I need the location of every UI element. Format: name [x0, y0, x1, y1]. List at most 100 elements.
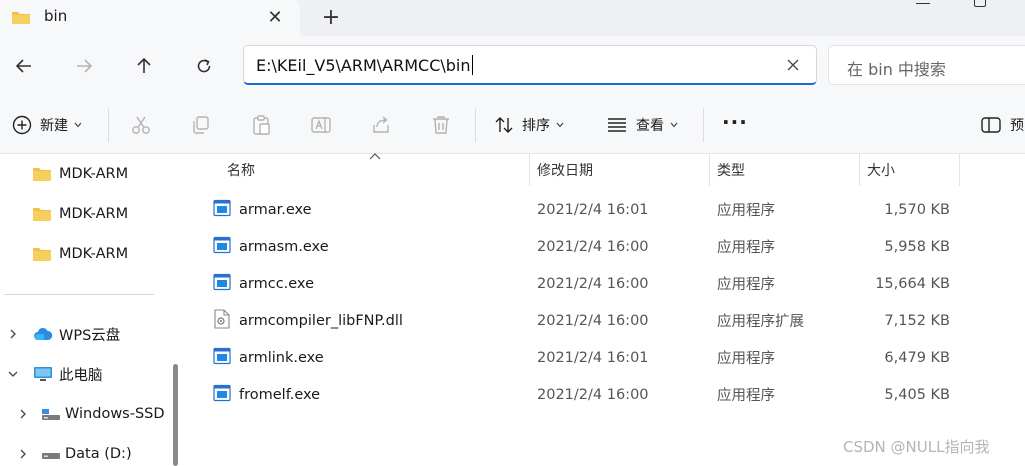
rename-button[interactable]	[310, 96, 332, 154]
column-divider[interactable]	[529, 154, 530, 186]
sort-label: 排序	[522, 118, 550, 134]
column-divider[interactable]	[709, 154, 710, 186]
refresh-button[interactable]	[190, 54, 218, 78]
clear-address-icon[interactable]	[782, 54, 804, 76]
sidebar-item-this-pc[interactable]: 此电脑	[0, 356, 172, 392]
view-button[interactable]: 查看	[606, 96, 678, 154]
file-name: armar.exe	[239, 201, 312, 218]
copy-button[interactable]	[190, 96, 212, 154]
chevron-right-icon	[20, 449, 26, 459]
forward-button[interactable]	[70, 54, 98, 78]
file-name-cell[interactable]: armlink.exe	[213, 339, 324, 376]
close-tab-icon[interactable]: ✕	[262, 5, 288, 29]
file-size: 5,405 KB	[884, 386, 950, 403]
paste-button[interactable]	[250, 96, 272, 154]
sidebar-item-mdk-arm[interactable]: MDK-ARM	[0, 156, 172, 192]
command-bar: 新建 排序 查看 ··· 预	[0, 96, 1025, 154]
exe-icon	[213, 199, 231, 221]
toolbar-divider	[703, 108, 704, 142]
table-row[interactable]: fromelf.exe 2021/2/4 16:00 应用程序 5,405 KB	[186, 376, 1025, 413]
address-input[interactable]: E:\KEil_V5\ARM\ARMCC\bin	[256, 55, 473, 75]
file-modified: 2021/2/4 16:01	[537, 201, 649, 218]
share-button[interactable]	[370, 96, 392, 154]
column-header-type[interactable]: 类型	[717, 154, 745, 186]
file-name-cell[interactable]: armar.exe	[213, 191, 312, 228]
file-name-cell[interactable]: armcc.exe	[213, 265, 314, 302]
plus-circle-icon	[12, 115, 32, 135]
copy-icon	[193, 116, 209, 134]
arrow-up-icon	[137, 57, 151, 73]
sidebar-item-mdk-arm[interactable]: MDK-ARM	[0, 236, 172, 272]
preview-button[interactable]: 预	[980, 96, 1024, 154]
file-modified: 2021/2/4 16:01	[537, 349, 649, 366]
tab-bin[interactable]: bin ✕	[0, 0, 300, 36]
table-row[interactable]: armar.exe 2021/2/4 16:01 应用程序 1,570 KB	[186, 191, 1025, 228]
file-type: 应用程序	[717, 277, 775, 293]
file-name: armcc.exe	[239, 275, 314, 292]
chevron-right-icon	[10, 329, 16, 339]
sidebar-item-mdk-arm[interactable]: MDK-ARM	[0, 196, 172, 232]
column-divider[interactable]	[859, 154, 860, 186]
scissors-icon	[132, 116, 150, 134]
navigation-pane: MDK-ARM MDK-ARM MDK-ARM WPS云盘 此电脑 Window…	[0, 154, 172, 466]
table-row[interactable]: armlink.exe 2021/2/4 16:01 应用程序 6,479 KB	[186, 339, 1025, 376]
column-divider[interactable]	[959, 154, 960, 186]
search-box[interactable]: 在 bin 中搜索	[828, 45, 1025, 85]
sidebar-item-label: Windows-SSD	[65, 406, 165, 422]
watermark: CSDN @NULL指向我	[843, 438, 990, 456]
column-header-name[interactable]: 名称	[227, 154, 255, 186]
title-bar: bin ✕ +	[0, 0, 1025, 36]
rename-icon	[311, 117, 331, 133]
new-button[interactable]: 新建	[12, 96, 82, 154]
sidebar-item-wps-cloud[interactable]: WPS云盘	[0, 316, 172, 352]
delete-button[interactable]	[430, 96, 452, 154]
table-row[interactable]: armcc.exe 2021/2/4 16:00 应用程序 15,664 KB	[186, 265, 1025, 302]
search-placeholder[interactable]: 在 bin 中搜索	[847, 56, 946, 80]
new-label: 新建	[40, 118, 68, 134]
file-name: armlink.exe	[239, 349, 324, 366]
file-name: armasm.exe	[239, 238, 329, 255]
chevron-down-icon	[556, 122, 564, 128]
table-row[interactable]: armasm.exe 2021/2/4 16:00 应用程序 5,958 KB	[186, 228, 1025, 265]
column-header-modified[interactable]: 修改日期	[537, 154, 593, 186]
table-row[interactable]: armcompiler_libFNP.dll 2021/2/4 16:00 应用程序…	[186, 302, 1025, 339]
toolbar-divider	[108, 108, 109, 142]
column-header-size[interactable]: 大小	[867, 154, 895, 186]
sidebar-item-label: WPS云盘	[59, 327, 121, 344]
view-list-icon	[608, 118, 626, 132]
file-name-cell[interactable]: armasm.exe	[213, 228, 329, 265]
chevron-right-icon	[20, 409, 26, 419]
address-row: E:\KEil_V5\ARM\ARMCC\bin 在 bin 中搜索	[0, 36, 1025, 96]
more-options-icon[interactable]: ···	[722, 110, 748, 134]
back-button[interactable]	[10, 54, 38, 78]
file-type: 应用程序扩展	[717, 314, 804, 330]
exe-icon	[213, 236, 231, 258]
exe-icon	[213, 384, 231, 406]
file-size: 5,958 KB	[884, 238, 950, 255]
minimize-button[interactable]	[916, 0, 930, 4]
address-bar[interactable]: E:\KEil_V5\ARM\ARMCC\bin	[243, 45, 817, 85]
sort-button[interactable]: 排序	[494, 96, 564, 154]
sidebar-item-label: Data (D:)	[65, 446, 132, 462]
maximize-button[interactable]	[974, 0, 986, 7]
sidebar-item-data-d[interactable]: Data (D:)	[0, 436, 172, 466]
cloud-icon	[34, 327, 53, 340]
sidebar-item-windows-ssd[interactable]: Windows-SSD	[0, 396, 172, 432]
toolbar-divider	[475, 108, 476, 142]
computer-icon	[34, 367, 52, 381]
folder-icon	[11, 9, 31, 29]
file-size: 1,570 KB	[884, 201, 950, 218]
cut-button[interactable]	[130, 96, 152, 154]
sidebar-scrollbar-thumb[interactable]	[173, 364, 178, 466]
arrow-left-icon	[15, 59, 31, 73]
sidebar-item-label: 此电脑	[59, 367, 103, 384]
up-button[interactable]	[130, 54, 158, 78]
paste-icon	[253, 115, 270, 135]
sidebar-item-label: MDK-ARM	[59, 246, 129, 262]
file-name-cell[interactable]: armcompiler_libFNP.dll	[213, 302, 403, 339]
drive-icon	[42, 409, 60, 420]
file-name-cell[interactable]: fromelf.exe	[213, 376, 320, 413]
chevron-down-icon	[8, 371, 18, 377]
file-name: armcompiler_libFNP.dll	[239, 312, 403, 329]
new-tab-button[interactable]: +	[318, 4, 344, 30]
